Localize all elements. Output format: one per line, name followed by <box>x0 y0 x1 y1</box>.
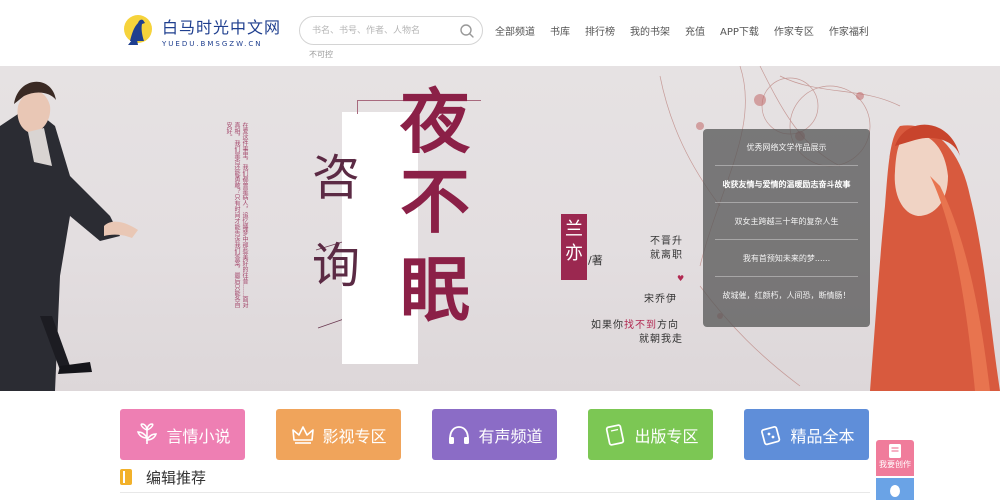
channel-publish-button[interactable]: 出版专区 <box>588 409 713 460</box>
banner-poem: 在爱这件事里，我们都曾是病人，追忆睡梦中那些美好的往昔……面对真相，我们是否还能… <box>225 122 248 308</box>
nav-recharge[interactable]: 充值 <box>685 23 705 38</box>
main-nav: 全部频道 书库 排行榜 我的书架 充值 APP下载 作家专区 作家福利 <box>495 23 869 38</box>
nav-ranking[interactable]: 排行榜 <box>585 23 615 38</box>
search-box <box>299 16 483 45</box>
channel-label: 有声频道 <box>478 426 543 446</box>
qq-icon <box>890 485 900 497</box>
hero-banner[interactable]: 在爱这件事里，我们都曾是病人，追忆睡梦中那些美好的往昔……面对真相，我们是否还能… <box>0 66 1000 391</box>
nav-library[interactable]: 书库 <box>550 23 570 38</box>
flower-icon <box>137 422 158 444</box>
site-header: 白马时光中文网 YUEDU.BMSGZW.CN 不可控 全部频道 书库 排行榜 … <box>0 0 1000 66</box>
banner-book-list: 优秀网络文学作品展示 收获友情与爱情的温暖励志奋斗故事 双女主跨越三十年的复杂人… <box>703 129 870 327</box>
site-logo[interactable]: 白马时光中文网 YUEDU.BMSGZW.CN <box>122 9 282 53</box>
nav-all-channels[interactable]: 全部频道 <box>495 23 535 38</box>
banner-list-item[interactable]: 故城催，红颜朽，人间恐，断情肠！ <box>715 277 858 314</box>
search-input[interactable] <box>312 23 460 39</box>
banner-list-item-active[interactable]: 收获友情与爱情的温暖励志奋斗故事 <box>715 166 858 203</box>
banner-title-char: 咨 <box>312 150 361 206</box>
section-divider <box>120 492 870 493</box>
banner-slogan: 不晋升 <box>650 236 683 247</box>
author-char: 亦 <box>565 243 583 264</box>
nav-my-bookshelf[interactable]: 我的书架 <box>630 23 670 38</box>
channel-label: 言情小说 <box>166 426 231 446</box>
write-float-label: 我要创作 <box>879 460 911 469</box>
banner-title-char: 眠 <box>400 248 470 331</box>
write-float-button[interactable]: 我要创作 <box>876 440 914 476</box>
banner-slogan: 如果你找不到方向 <box>591 316 679 331</box>
banner-slogan: 就离职 <box>650 250 683 261</box>
channel-bar: 言情小说 影视专区 有声频道 出版专区 精品全本 <box>120 409 870 461</box>
channel-romance-button[interactable]: 言情小说 <box>120 409 245 460</box>
crown-icon <box>292 425 315 444</box>
logo-name: 白马时光中文网 <box>162 18 282 37</box>
nav-author-benefits[interactable]: 作家福利 <box>829 23 869 38</box>
nav-app-download[interactable]: APP下载 <box>720 23 759 38</box>
channel-label: 出版专区 <box>634 426 699 446</box>
banner-title-char: 询 <box>312 238 361 294</box>
gift-icon <box>761 425 781 445</box>
channel-film-button[interactable]: 影视专区 <box>276 409 401 460</box>
bookmark-icon <box>120 469 132 485</box>
channel-complete-button[interactable]: 精品全本 <box>744 409 869 460</box>
search-hint[interactable]: 不可控 <box>309 49 333 60</box>
author-badge: 兰 亦 <box>561 214 587 280</box>
banner-title-char: 夜 <box>400 80 470 163</box>
section-title: 编辑推荐 <box>146 468 207 487</box>
editor-picks-heading: 编辑推荐 <box>120 466 206 488</box>
banner-list-item[interactable]: 双女主跨越三十年的复杂人生 <box>715 203 858 240</box>
channel-label: 影视专区 <box>322 426 387 446</box>
banner-slogan: 宋乔伊 <box>644 294 677 305</box>
banner-slogan: 就朝我走 <box>639 334 683 345</box>
nav-author-zone[interactable]: 作家专区 <box>774 23 814 38</box>
banner-list-item[interactable]: 我有首预知未来的梦...... <box>715 240 858 277</box>
title-frame-line <box>357 100 358 114</box>
white-horse-icon <box>122 11 156 51</box>
slogan-part: 如果你 <box>591 320 624 331</box>
document-icon <box>889 444 901 458</box>
banner-title-char: 不 <box>400 160 470 243</box>
qq-float-button[interactable] <box>876 478 914 500</box>
channel-label: 精品全本 <box>790 426 855 446</box>
book-icon <box>606 423 625 446</box>
author-char: 兰 <box>565 219 583 240</box>
channel-audio-button[interactable]: 有声频道 <box>432 409 557 460</box>
heart-icon: ♥ <box>677 274 686 283</box>
headphones-icon <box>449 425 470 444</box>
banner-list-item[interactable]: 优秀网络文学作品展示 <box>715 129 858 166</box>
author-suffix: /著 <box>588 254 603 267</box>
logo-text: 白马时光中文网 YUEDU.BMSGZW.CN <box>162 14 281 48</box>
logo-domain: YUEDU.BMSGZW.CN <box>162 40 263 48</box>
search-icon[interactable] <box>459 23 475 39</box>
